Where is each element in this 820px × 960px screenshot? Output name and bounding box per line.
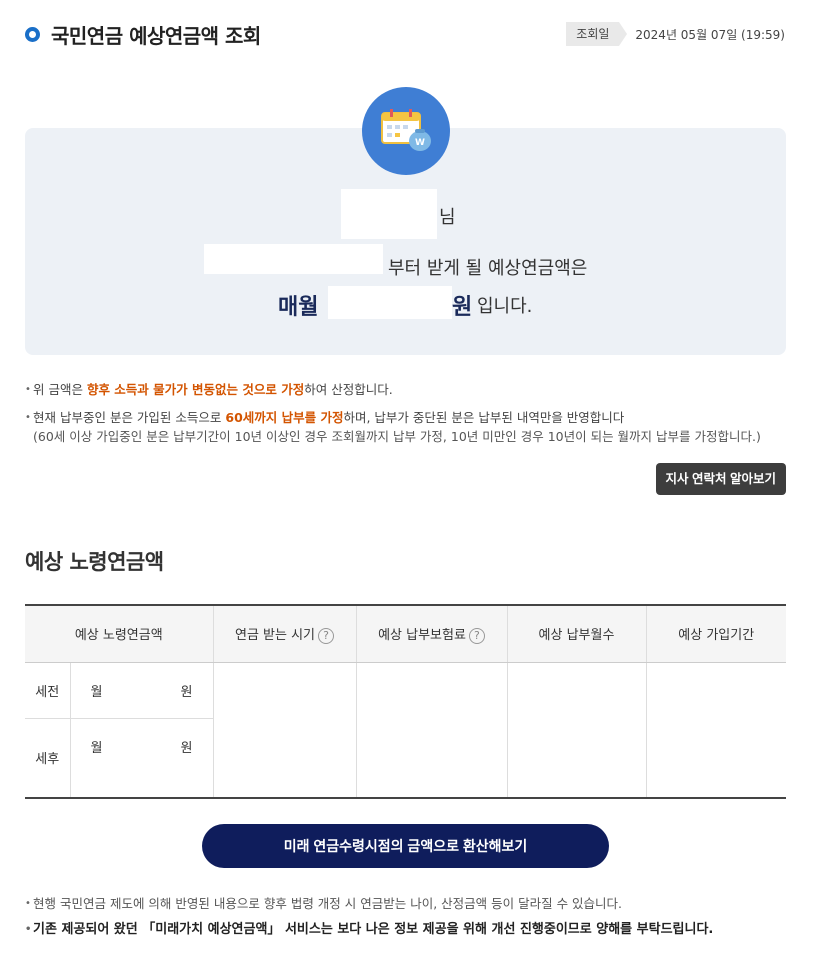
footer-note-service: 기존 제공되어 왔던 「미래가치 예상연금액」 서비스는 보다 나은 정보 제공… xyxy=(25,919,785,941)
page-title: 국민연금 예상연금액 조회 xyxy=(51,24,261,48)
won-unit: 원 xyxy=(180,684,193,700)
col-header-period: 예상 가입기간 xyxy=(645,605,786,663)
col-header-months: 예상 납부월수 xyxy=(506,605,646,663)
calculation-notes: 위 금액은 향후 소득과 물가가 변동없는 것으로 가정하여 산정합니다. 현재… xyxy=(25,380,785,446)
convert-future-value-button[interactable]: 미래 연금수령시점의 금액으로 환산해보기 xyxy=(202,824,609,868)
start-date-suffix: 부터 받게 될 예상연금액은 xyxy=(388,258,588,279)
note2-text-b: 하며, 납부가 중단된 분은 납부된 내역만을 반영합니다 xyxy=(343,410,625,425)
note1-text-a: 위 금액은 xyxy=(33,382,87,397)
pretax-amount-cell: 월원 xyxy=(69,662,213,719)
period-cell xyxy=(645,662,786,799)
aftertax-amount-cell: 월원 xyxy=(69,718,213,799)
footer-note-law: 현행 국민연금 제도에 의해 반영된 내용으로 향후 법령 개정 시 연금받는 … xyxy=(25,893,785,915)
col-header-start: 연금 받는 시기? xyxy=(212,605,356,663)
branch-contact-button[interactable]: 지사 연락처 알아보기 xyxy=(655,463,786,495)
page-header: 국민연금 예상연금액 조회 조회일 2024년 05월 07일 (19:59) xyxy=(25,18,785,50)
inquiry-date-label: 조회일 xyxy=(566,22,628,46)
help-icon[interactable]: ? xyxy=(318,627,335,644)
row-label-pretax: 세전 xyxy=(25,662,70,719)
title-bullet-icon xyxy=(25,27,40,42)
section-title: 예상 노령연금액 xyxy=(25,550,164,574)
table-row: 세전 월원 xyxy=(25,662,786,799)
won-unit: 원 xyxy=(180,740,193,756)
won-unit: 원 xyxy=(452,295,473,320)
redacted-name xyxy=(341,189,437,239)
col-header-premium-label: 예상 납부보험료 xyxy=(378,628,466,643)
redacted-start-date xyxy=(204,244,383,274)
note-payment-detail: (60세 이상 가입중인 분은 납부기간이 10년 이상인 경우 조회월까지 납… xyxy=(33,429,761,444)
pension-table: 예상 노령연금액 연금 받는 시기? 예상 납부보험료? 예상 납부월수 예상 … xyxy=(25,604,786,799)
months-cell xyxy=(506,662,646,799)
redacted-amount xyxy=(328,286,452,319)
inquiry-date-value: 2024년 05월 07일 (19:59) xyxy=(635,27,785,42)
summary-ending: 입니다. xyxy=(477,296,533,317)
col-header-amount: 예상 노령연금액 xyxy=(25,605,213,663)
month-unit: 월 xyxy=(90,740,103,756)
table-header-row: 예상 노령연금액 연금 받는 시기? 예상 납부보험료? 예상 납부월수 예상 … xyxy=(25,605,786,663)
note-payment: 현재 납부중인 분은 가입된 소득으로 60세까지 납부를 가정하며, 납부가 … xyxy=(25,408,785,428)
note2-text-a: 현재 납부중인 분은 가입된 소득으로 xyxy=(33,410,226,425)
note1-text-b: 하여 산정합니다. xyxy=(304,382,393,397)
premium-cell xyxy=(355,662,507,799)
note-assumption: 위 금액은 향후 소득과 물가가 변동없는 것으로 가정하여 산정합니다. xyxy=(25,380,785,400)
help-icon[interactable]: ? xyxy=(468,627,485,644)
row-label-aftertax: 세후 xyxy=(25,718,70,799)
col-header-premium: 예상 납부보험료? xyxy=(355,605,507,663)
calendar-money-icon: W xyxy=(362,87,450,175)
start-cell xyxy=(212,662,356,799)
svg-text:W: W xyxy=(415,138,425,148)
monthly-label: 매월 xyxy=(278,295,319,320)
col-header-start-label: 연금 받는 시기 xyxy=(234,628,316,643)
note2-highlight: 60세까지 납부를 가정 xyxy=(225,410,344,425)
name-suffix: 님 xyxy=(439,207,456,228)
footer-notes: 현행 국민연금 제도에 의해 반영된 내용으로 향후 법령 개정 시 연금받는 … xyxy=(25,893,785,945)
month-unit: 월 xyxy=(90,684,103,700)
note1-highlight: 향후 소득과 물가가 변동없는 것으로 가정 xyxy=(86,382,305,397)
inquiry-date: 조회일 2024년 05월 07일 (19:59) xyxy=(566,22,785,46)
